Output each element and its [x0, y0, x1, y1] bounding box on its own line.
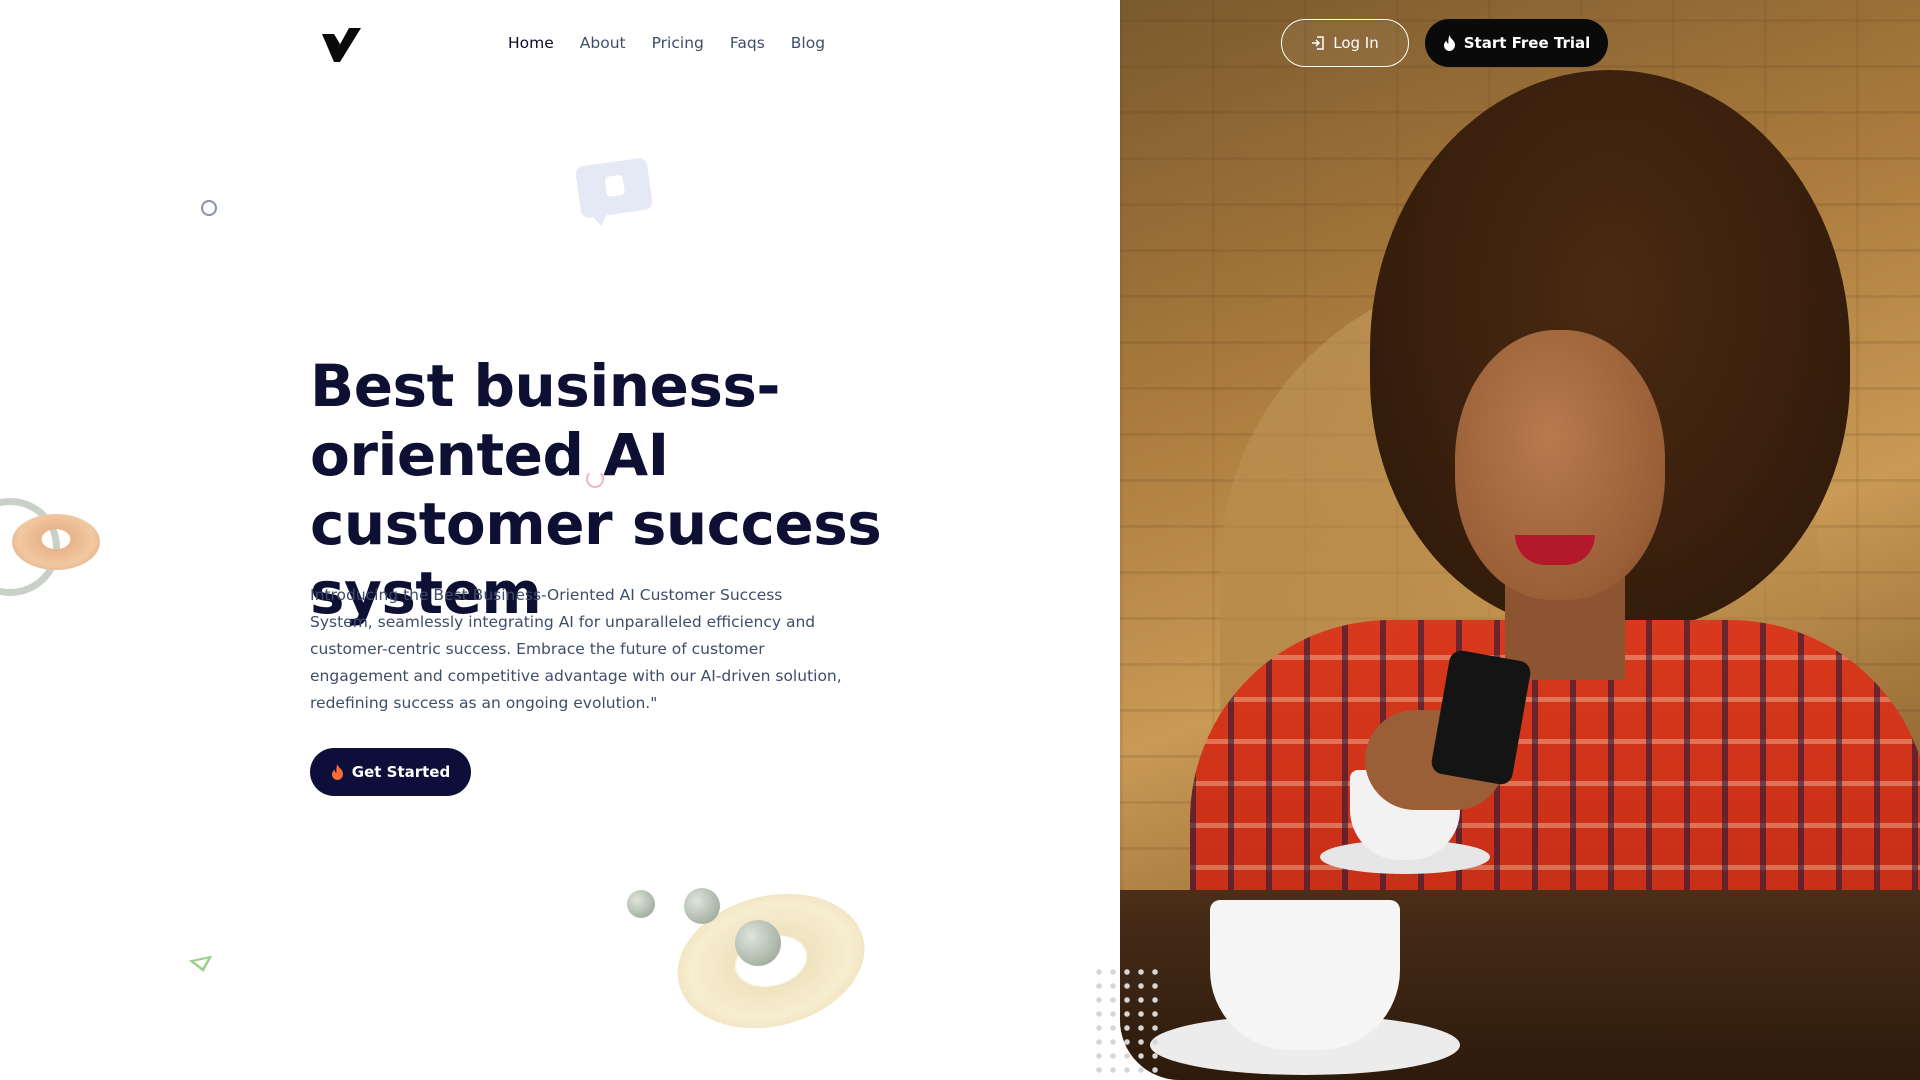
thumbs-up-chat-bubble-icon: [574, 157, 654, 219]
landing-page: Home About Pricing Faqs Blog Log In Star…: [0, 0, 1920, 1080]
main-nav: Home About Pricing Faqs Blog: [508, 34, 825, 52]
get-started-label: Get Started: [351, 763, 451, 781]
brand-logo[interactable]: [322, 28, 362, 64]
sphere-decoration: [627, 890, 655, 918]
v-logo-icon: [322, 28, 361, 62]
coffee-cup: [1210, 900, 1400, 1050]
thumbs-up-icon: [604, 174, 626, 198]
get-started-button[interactable]: Get Started: [310, 748, 471, 796]
start-free-trial-button[interactable]: Start Free Trial: [1425, 19, 1608, 67]
donut-decoration: [12, 514, 100, 570]
nav-faqs[interactable]: Faqs: [730, 34, 765, 52]
sphere-decoration: [735, 920, 781, 966]
nav-about[interactable]: About: [580, 34, 626, 52]
circle-outline-decoration: [201, 200, 217, 216]
nav-home[interactable]: Home: [508, 34, 554, 52]
login-label: Log In: [1333, 34, 1379, 52]
login-icon: [1312, 36, 1324, 50]
login-button[interactable]: Log In: [1281, 19, 1409, 67]
hero-image: [1120, 0, 1920, 1080]
hero-description: Introducing the Best Business-Oriented A…: [310, 586, 842, 712]
flame-icon: [331, 764, 343, 780]
triangle-decoration: [188, 955, 216, 975]
sphere-decoration: [684, 888, 720, 924]
nav-pricing[interactable]: Pricing: [652, 34, 704, 52]
flame-icon: [1443, 35, 1455, 51]
start-free-trial-label: Start Free Trial: [1463, 34, 1591, 52]
nav-blog[interactable]: Blog: [791, 34, 825, 52]
dot-grid-decoration: [1092, 965, 1162, 1075]
